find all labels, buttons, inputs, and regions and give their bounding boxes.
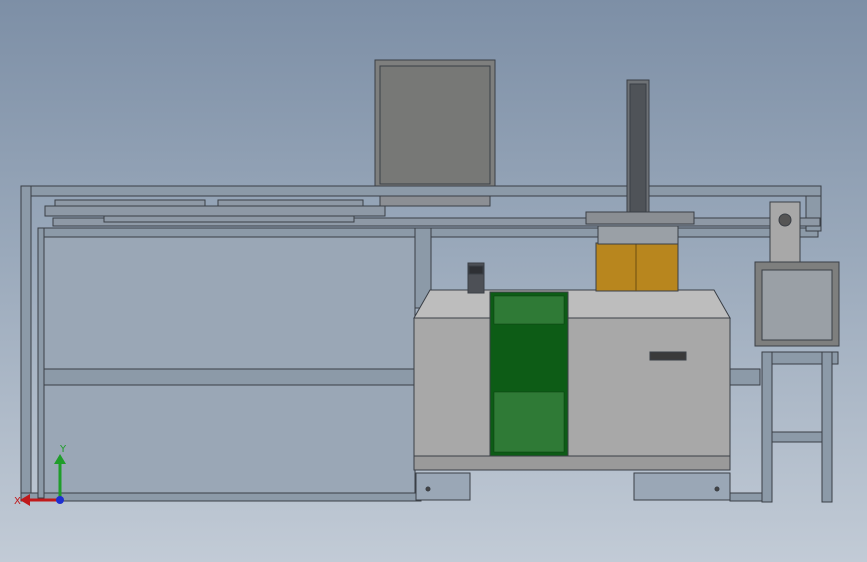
main-cabinet[interactable]: [413, 289, 731, 501]
lift-column[interactable]: [585, 79, 695, 245]
cad-viewport[interactable]: Y X: [0, 0, 867, 562]
frame-panels: [43, 236, 416, 494]
y-axis-arrowhead: [54, 454, 66, 464]
assembly-model[interactable]: [0, 0, 867, 562]
y-axis-label: Y: [59, 444, 67, 455]
x-axis-arrowhead: [20, 494, 30, 506]
green-control-panel[interactable]: [489, 291, 569, 457]
x-axis-label: X: [14, 496, 21, 507]
sensor-cylinder: [467, 262, 485, 294]
drum-container[interactable]: [595, 242, 679, 292]
top-monitor[interactable]: [374, 59, 496, 207]
z-axis-dot: [56, 496, 64, 504]
right-stand[interactable]: [761, 351, 839, 503]
coordinate-triad: Y X: [14, 444, 67, 507]
